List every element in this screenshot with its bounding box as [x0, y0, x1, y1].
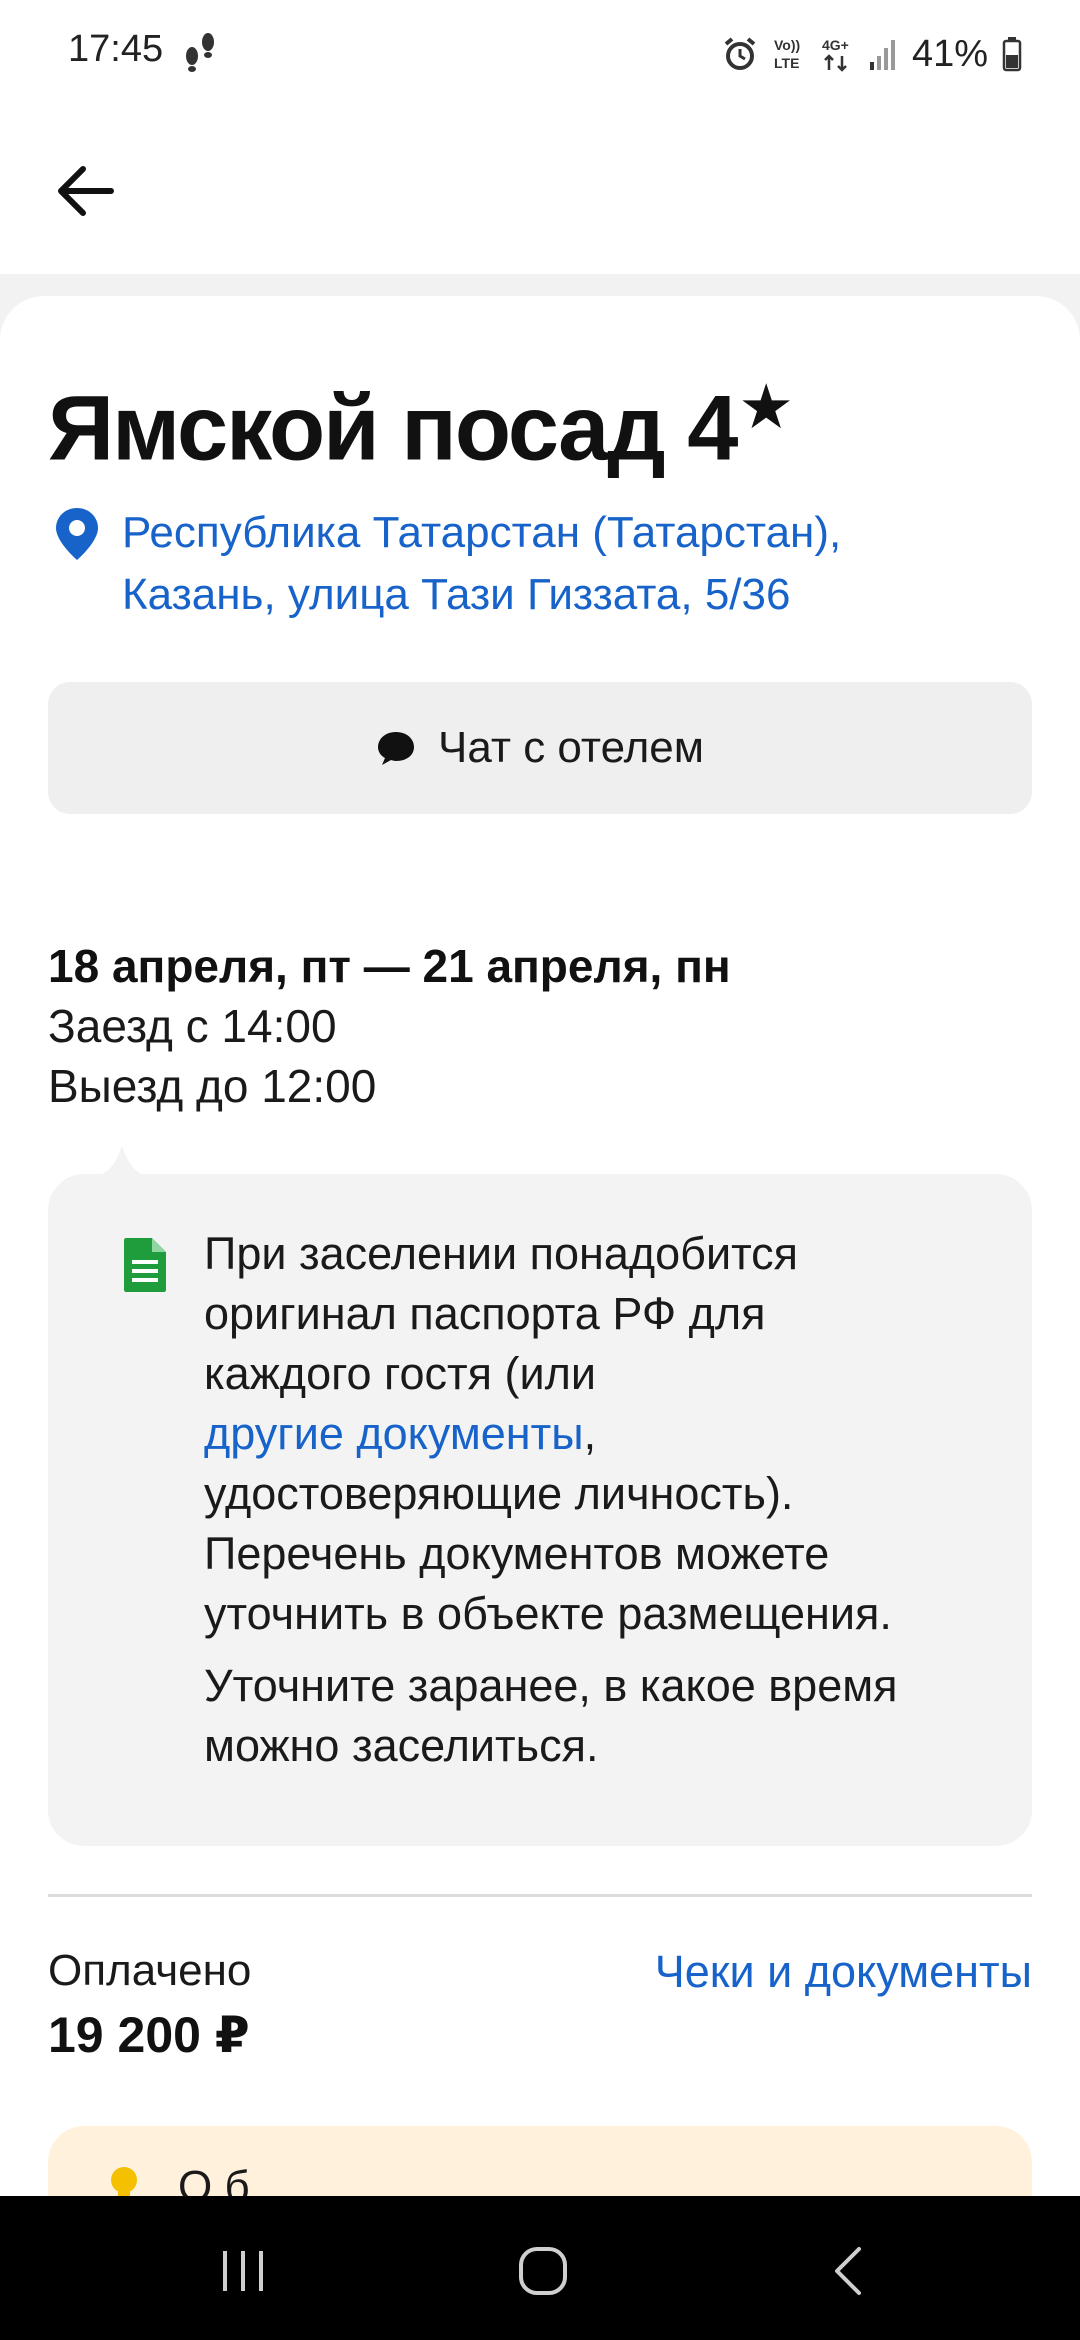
checkin-time: Заезд с 14:00 — [48, 1000, 337, 1052]
recents-button[interactable] — [208, 2236, 278, 2306]
chat-button-label: Чат с отелем — [438, 723, 704, 772]
chat-with-hotel-button[interactable]: Чат с отелем — [48, 682, 1032, 814]
svg-text:Vo)): Vo)) — [774, 37, 800, 53]
svg-text:LTE: LTE — [774, 55, 799, 71]
home-icon — [519, 2247, 567, 2295]
documents-info-box: При заселении понадобится оригинал паспо… — [48, 1146, 1032, 1846]
status-icons: Vo)) LTE 4G+ 41% — [722, 26, 1022, 82]
info2-line-1: Уточните заранее, в какое время — [204, 1660, 898, 1711]
info-line-4: удостоверяющие личность). — [204, 1468, 794, 1519]
content-card: Ямской посад 4★ Республика Татарстан (Та… — [0, 296, 1080, 2196]
warning-banner[interactable]: О б — [48, 2126, 1032, 2196]
info2-line-2: можно заселиться. — [204, 1720, 599, 1771]
status-bar: 17:45 Vo)) LTE 4G+ 41% — [0, 0, 1080, 108]
location-pin-icon — [56, 508, 98, 560]
info-box-tail — [92, 1146, 152, 1176]
4g-icon: 4G+ — [822, 37, 849, 72]
home-button[interactable] — [508, 2236, 578, 2306]
hotel-title: Ямской посад 4★ — [48, 370, 794, 482]
status-time: 17:45 — [68, 28, 164, 70]
info-line-1: При заселении понадобится — [204, 1228, 799, 1279]
warning-text: О б — [178, 2162, 250, 2196]
receipts-documents-link[interactable]: Чеки и документы — [655, 1946, 1032, 1998]
address-line-1: Республика Татарстан (Татарстан), — [122, 508, 842, 557]
other-documents-link[interactable]: другие документы — [204, 1408, 584, 1459]
documents-info-text: При заселении понадобится оригинал паспо… — [204, 1224, 1004, 1776]
address-text[interactable]: Республика Татарстан (Татарстан), Казань… — [122, 502, 1022, 626]
checkout-time: Выезд до 12:00 — [48, 1060, 377, 1112]
battery-icon — [1002, 37, 1022, 72]
document-icon — [124, 1238, 166, 1292]
link-suffix: , — [583, 1408, 597, 1459]
info-line-6: уточнить в объекте размещения. — [204, 1588, 892, 1639]
recents-icon — [223, 2251, 263, 2291]
volte-icon: Vo)) LTE — [774, 37, 800, 71]
nav-back-icon — [835, 2247, 861, 2295]
bulb-icon — [111, 2167, 137, 2196]
info-line-link-row: другие документы, — [204, 1404, 1004, 1464]
info-line-2: оригинал паспорта РФ для — [204, 1288, 766, 1339]
paid-label: Оплачено — [48, 1946, 252, 1995]
svg-text:4G+: 4G+ — [822, 37, 849, 53]
arrow-left-icon — [58, 166, 114, 216]
top-bar — [0, 108, 1080, 274]
dates-range: 18 апреля, пт — 21 апреля, пн — [48, 940, 731, 992]
paid-amount: 19 200 ₽ — [48, 2007, 250, 2063]
chat-bubble-icon — [378, 732, 414, 765]
nav-back-button[interactable] — [812, 2236, 882, 2306]
divider — [48, 1894, 1032, 1897]
info-line-3: каждого гостя (или — [204, 1348, 596, 1399]
info-line-5: Перечень документов можете — [204, 1528, 830, 1579]
booking-dates: 18 апреля, пт — 21 апреля, пн Заезд с 14… — [48, 936, 1032, 1116]
signal-icon — [869, 40, 895, 70]
system-nav-bar — [0, 2196, 1080, 2340]
hotel-name: Ямской посад 4 — [48, 377, 738, 480]
address-line-2: Казань, улица Тази Гиззата, 5/36 — [122, 570, 791, 619]
back-button[interactable] — [42, 148, 128, 234]
hotel-stars: ★ — [738, 373, 794, 442]
steps-icon — [186, 33, 214, 72]
info-paragraph-2: Уточните заранее, в какое время можно за… — [204, 1656, 1004, 1776]
battery-percent: 41% — [911, 32, 988, 75]
alarm-icon — [724, 37, 756, 70]
